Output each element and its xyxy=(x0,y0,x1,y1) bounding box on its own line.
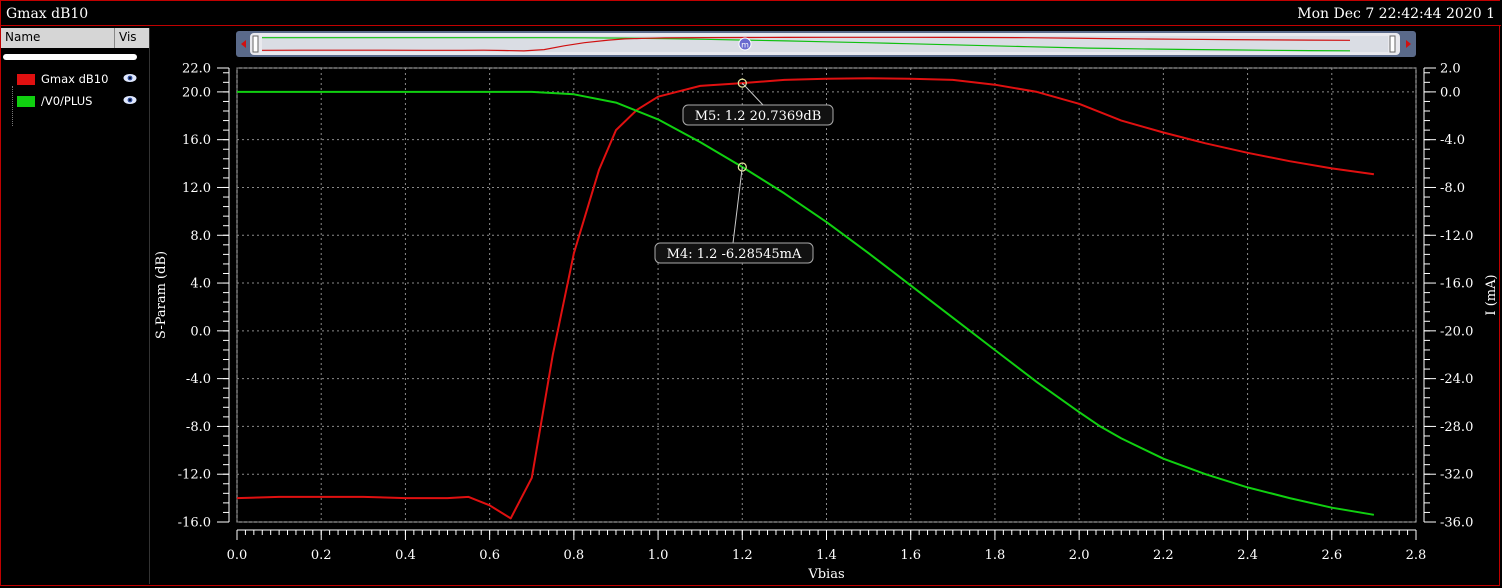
y-tick-label: -8.0 xyxy=(186,420,211,435)
x-tick-label: 1.0 xyxy=(648,548,669,563)
y-tick-label: -16.0 xyxy=(178,516,211,531)
x-tick-label: 0.8 xyxy=(564,548,585,563)
y-tick-label: 20.0 xyxy=(182,85,211,100)
y2-tick-label: 0.0 xyxy=(1440,85,1461,100)
y2-tick-label: -28.0 xyxy=(1440,420,1473,435)
x-tick-label: 2.2 xyxy=(1153,548,1174,563)
series-line-gmax[interactable] xyxy=(236,77,1375,520)
x-tick-label: 0.2 xyxy=(311,548,332,563)
series-line-v0-plus[interactable] xyxy=(237,90,1375,516)
marker-label: M5: 1.2 20.7369dB xyxy=(695,109,822,124)
y-tick-label: -4.0 xyxy=(186,372,211,387)
y2-tick-label: 2.0 xyxy=(1440,62,1461,77)
x-tick-label: 1.8 xyxy=(985,548,1006,563)
grid xyxy=(236,67,1417,523)
knob-glyph: m xyxy=(741,41,749,50)
y-tick-label: 4.0 xyxy=(190,277,211,292)
marker-label: M4: 1.2 -6.28545mA xyxy=(667,247,802,262)
marker-leader xyxy=(732,166,743,244)
y2-tick-label: -12.0 xyxy=(1440,229,1473,244)
y2-tick-label: -20.0 xyxy=(1440,324,1473,339)
x-tick-label: 2.4 xyxy=(1237,548,1258,563)
marker-leader xyxy=(741,82,764,106)
x-tick-label: 2.0 xyxy=(1069,548,1090,563)
x-tick-label: 1.2 xyxy=(732,548,753,563)
y-tick-label: 12.0 xyxy=(182,181,211,196)
y2-axis-label: I (mA) xyxy=(1484,274,1499,315)
y2-tick-label: -8.0 xyxy=(1440,181,1465,196)
overview-strip[interactable]: m xyxy=(236,31,1416,57)
x-axis-label: Vbias xyxy=(807,567,844,582)
y-tick-label: 22.0 xyxy=(182,62,211,77)
x-tick-label: 0.4 xyxy=(395,548,416,563)
overview-right-handle[interactable] xyxy=(1389,35,1396,53)
x-tick-label: 2.8 xyxy=(1406,548,1427,563)
y-tick-label: 0.0 xyxy=(190,324,211,339)
marker-m4[interactable]: M4: 1.2 -6.28545mA xyxy=(654,162,814,264)
y2-tick-label: -4.0 xyxy=(1440,133,1465,148)
x-tick-label: 0.6 xyxy=(479,548,500,563)
plot-area[interactable]: m 0.0 0.2 0.4 0.6 0.8 1.0 1.2 1.4 1.6 1.8 2.0 2.2 2.… xyxy=(0,0,1502,588)
y2-tick-label: -32.0 xyxy=(1440,468,1473,483)
y-tick-label: 8.0 xyxy=(190,229,211,244)
x-tick-label: 1.4 xyxy=(816,548,837,563)
x-tick-label: 1.6 xyxy=(900,548,921,563)
y-tick-label: -12.0 xyxy=(178,468,211,483)
y2-tick-label: -36.0 xyxy=(1440,516,1473,531)
x-tick-label: 0.0 xyxy=(227,548,248,563)
overview-left-handle[interactable] xyxy=(252,35,259,53)
y-tick-label: 16.0 xyxy=(182,133,211,148)
y-axis-label: S-Param (dB) xyxy=(154,251,169,339)
y2-tick-label: -16.0 xyxy=(1440,277,1473,292)
y2-tick-label: -24.0 xyxy=(1440,372,1473,387)
series-layer xyxy=(236,77,1375,520)
x-tick-label: 2.6 xyxy=(1321,548,1342,563)
